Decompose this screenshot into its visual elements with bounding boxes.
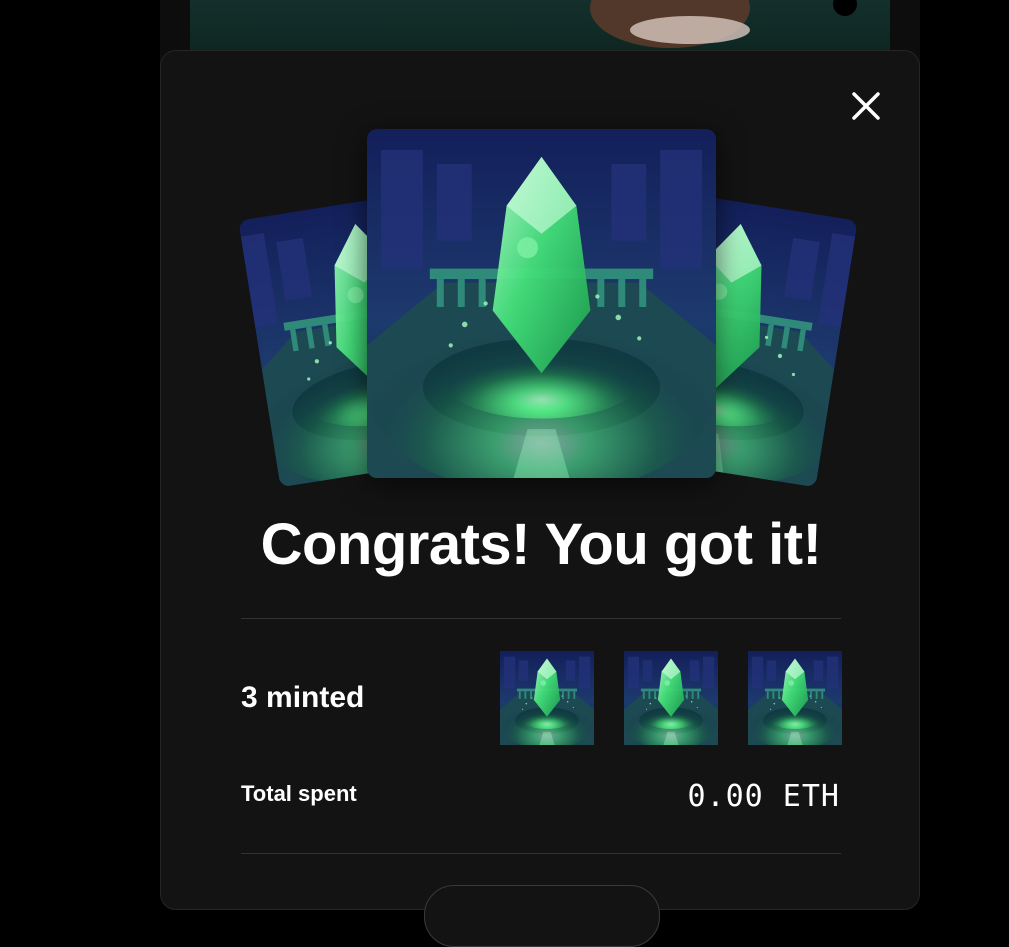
total-spent-value: 0.00 ETH <box>687 779 840 814</box>
divider <box>241 618 841 619</box>
minted-count: 3 minted <box>241 681 365 714</box>
background-banner-image <box>190 0 890 52</box>
nft-card-front <box>367 129 716 478</box>
page-title: Congrats! You got it! <box>260 512 822 577</box>
minted-thumbnail[interactable] <box>748 651 842 745</box>
minted-thumbnail[interactable] <box>624 651 718 745</box>
mint-success-modal: Congrats! You got it! 3 minted Total spe… <box>160 50 920 947</box>
close-icon <box>852 92 880 120</box>
minted-thumbnail[interactable] <box>500 651 594 745</box>
divider <box>241 853 841 854</box>
modal-action-button[interactable] <box>424 885 660 947</box>
total-spent-label: Total spent <box>241 781 357 806</box>
close-button[interactable] <box>849 89 883 123</box>
